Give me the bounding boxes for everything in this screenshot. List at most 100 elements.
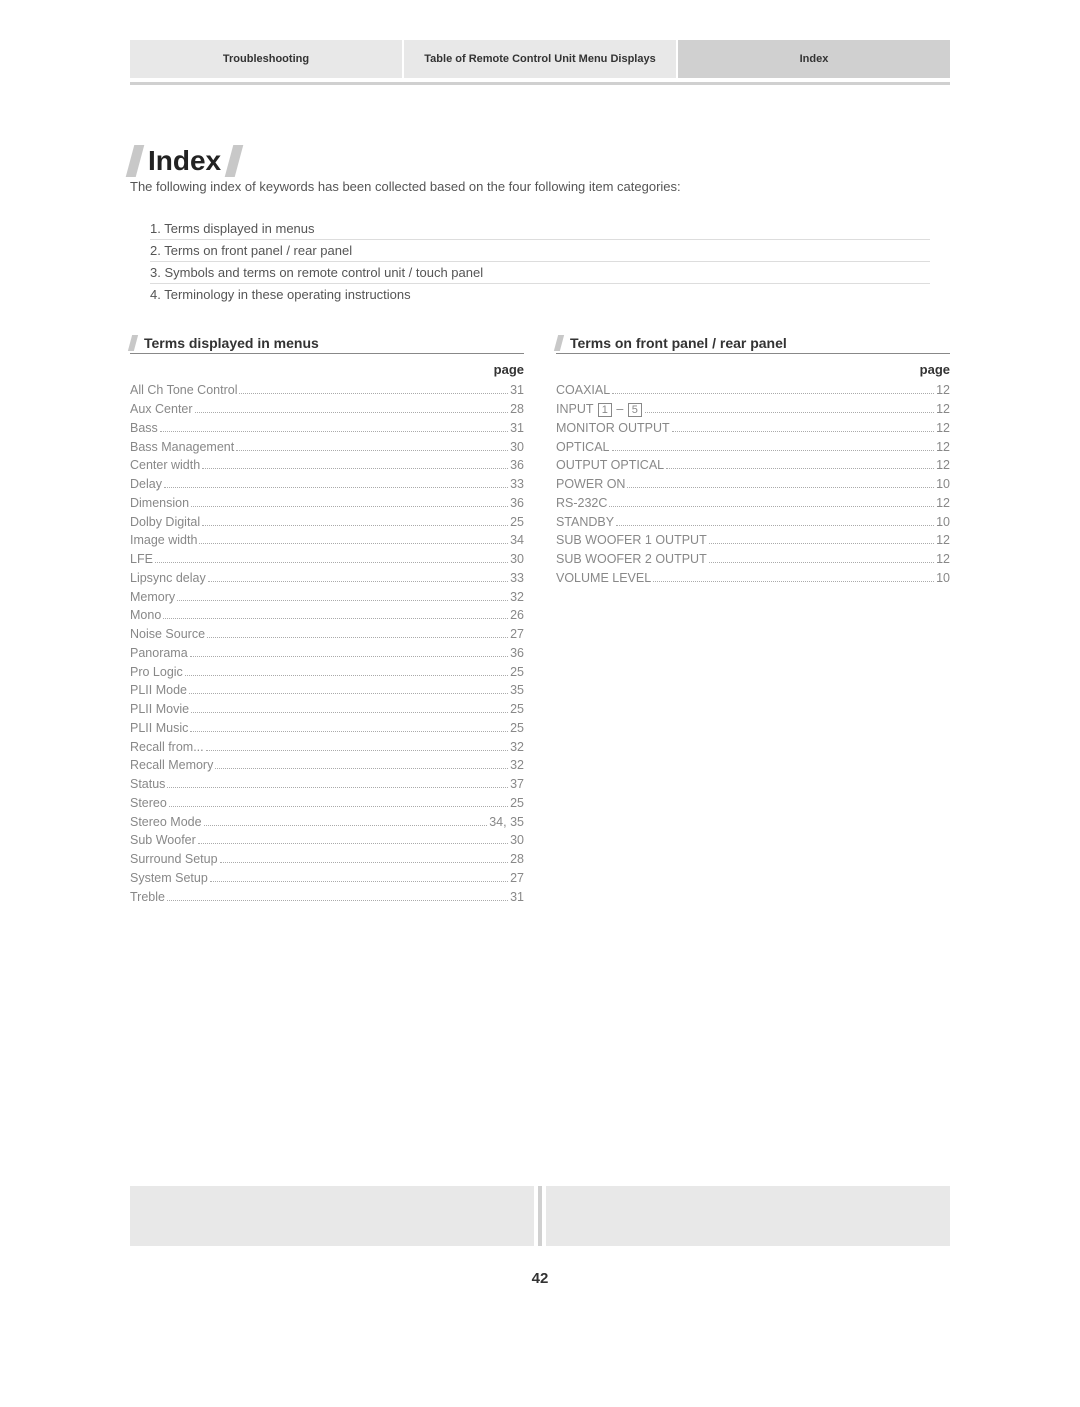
index-entry[interactable]: Memory32 [130, 588, 524, 607]
index-term: Mono [130, 606, 161, 625]
index-term: Panorama [130, 644, 188, 663]
leader-dots [709, 562, 934, 563]
index-entry[interactable]: Recall Memory32 [130, 756, 524, 775]
leader-dots [202, 468, 508, 469]
index-term: Status [130, 775, 165, 794]
index-page: 34 [510, 531, 524, 550]
page-title: Index [148, 145, 221, 177]
index-entry[interactable]: Delay33 [130, 475, 524, 494]
index-page: 28 [510, 400, 524, 419]
index-entry[interactable]: Treble31 [130, 888, 524, 907]
index-page: 36 [510, 494, 524, 513]
leader-dots [627, 487, 934, 488]
leader-dots [709, 543, 934, 544]
index-entry[interactable]: SUB WOOFER 2 OUTPUT12 [556, 550, 950, 569]
index-entry[interactable]: Panorama 36 [130, 644, 524, 663]
index-entry[interactable]: COAXIAL12 [556, 381, 950, 400]
index-term: Treble [130, 888, 165, 907]
leader-dots [206, 750, 508, 751]
leader-dots [167, 900, 508, 901]
footer-block [130, 1186, 534, 1246]
section-decor [128, 335, 138, 351]
index-page: 30 [510, 550, 524, 569]
category-item: 2. Terms on front panel / rear panel [150, 240, 930, 262]
index-page: 12 [936, 400, 950, 419]
index-entry[interactable]: INPUT 1 – 512 [556, 400, 950, 419]
leader-dots [653, 581, 934, 582]
index-page: 12 [936, 381, 950, 400]
index-entry[interactable]: OPTICAL12 [556, 438, 950, 457]
index-entry[interactable]: Noise Source27 [130, 625, 524, 644]
index-entry[interactable]: Image width34 [130, 531, 524, 550]
index-entry[interactable]: POWER ON10 [556, 475, 950, 494]
index-term: POWER ON [556, 475, 625, 494]
intro-text: The following index of keywords has been… [130, 179, 950, 194]
leader-dots [208, 581, 508, 582]
title-decor-right [225, 145, 244, 177]
leader-dots [190, 731, 508, 732]
index-entry[interactable]: Status 37 [130, 775, 524, 794]
leader-dots [163, 618, 508, 619]
index-entry[interactable]: MONITOR OUTPUT12 [556, 419, 950, 438]
index-entry[interactable]: Stereo25 [130, 794, 524, 813]
index-term: Lipsync delay [130, 569, 206, 588]
index-page: 25 [510, 719, 524, 738]
index-entry[interactable]: STANDBY10 [556, 513, 950, 532]
footer-band [130, 1186, 950, 1246]
index-entry[interactable]: Center width 36 [130, 456, 524, 475]
index-entry[interactable]: System Setup27 [130, 869, 524, 888]
leader-dots [195, 412, 509, 413]
index-term: Center width [130, 456, 200, 475]
index-entry[interactable]: VOLUME LEVEL10 [556, 569, 950, 588]
index-entry[interactable]: Stereo Mode34, 35 [130, 813, 524, 832]
index-entry[interactable]: Aux Center28 [130, 400, 524, 419]
leader-dots [666, 468, 934, 469]
index-page: 10 [936, 513, 950, 532]
index-entry[interactable]: Lipsync delay33 [130, 569, 524, 588]
leader-dots [207, 637, 508, 638]
index-term: Stereo Mode [130, 813, 202, 832]
right-column: Terms on front panel / rear panel page C… [556, 335, 950, 906]
leader-dots [612, 450, 935, 451]
boxed-number: 1 [598, 403, 612, 417]
index-page: 12 [936, 419, 950, 438]
footer-block [546, 1186, 950, 1246]
index-term: RS-232C [556, 494, 607, 513]
index-entry[interactable]: SUB WOOFER 1 OUTPUT12 [556, 531, 950, 550]
index-entry[interactable]: RS-232C12 [556, 494, 950, 513]
index-entry[interactable]: PLII Mode35 [130, 681, 524, 700]
leader-dots [167, 787, 508, 788]
index-entry[interactable]: PLII Music25 [130, 719, 524, 738]
index-page: 36 [510, 456, 524, 475]
index-page: 27 [510, 869, 524, 888]
tab-index[interactable]: Index [678, 40, 950, 78]
index-term: Recall Memory [130, 756, 213, 775]
index-page: 31 [510, 419, 524, 438]
index-entry[interactable]: Bass Management30 [130, 438, 524, 457]
tab-remote-menu[interactable]: Table of Remote Control Unit Menu Displa… [404, 40, 676, 78]
index-entry[interactable]: LFE30 [130, 550, 524, 569]
index-page: 32 [510, 738, 524, 757]
index-entry[interactable]: OUTPUT OPTICAL12 [556, 456, 950, 475]
index-page: 30 [510, 438, 524, 457]
index-entry[interactable]: Dolby Digital 25 [130, 513, 524, 532]
index-entry[interactable]: Mono26 [130, 606, 524, 625]
index-entry[interactable]: Surround Setup28 [130, 850, 524, 869]
index-entry[interactable]: Sub Woofer30 [130, 831, 524, 850]
index-page: 36 [510, 644, 524, 663]
category-item: 3. Symbols and terms on remote control u… [150, 262, 930, 284]
index-page: 25 [510, 513, 524, 532]
tab-troubleshooting[interactable]: Troubleshooting [130, 40, 402, 78]
index-term: Delay [130, 475, 162, 494]
index-entry[interactable]: Recall from...32 [130, 738, 524, 757]
index-term: Dolby Digital [130, 513, 200, 532]
index-entry[interactable]: Pro Logic25 [130, 663, 524, 682]
index-term: Memory [130, 588, 175, 607]
index-entry[interactable]: Bass31 [130, 419, 524, 438]
index-page: 37 [510, 775, 524, 794]
leader-dots [189, 693, 508, 694]
index-entry[interactable]: Dimension36 [130, 494, 524, 513]
index-entry[interactable]: All Ch Tone Control31 [130, 381, 524, 400]
left-column: Terms displayed in menus page All Ch Ton… [130, 335, 524, 906]
index-entry[interactable]: PLII Movie25 [130, 700, 524, 719]
